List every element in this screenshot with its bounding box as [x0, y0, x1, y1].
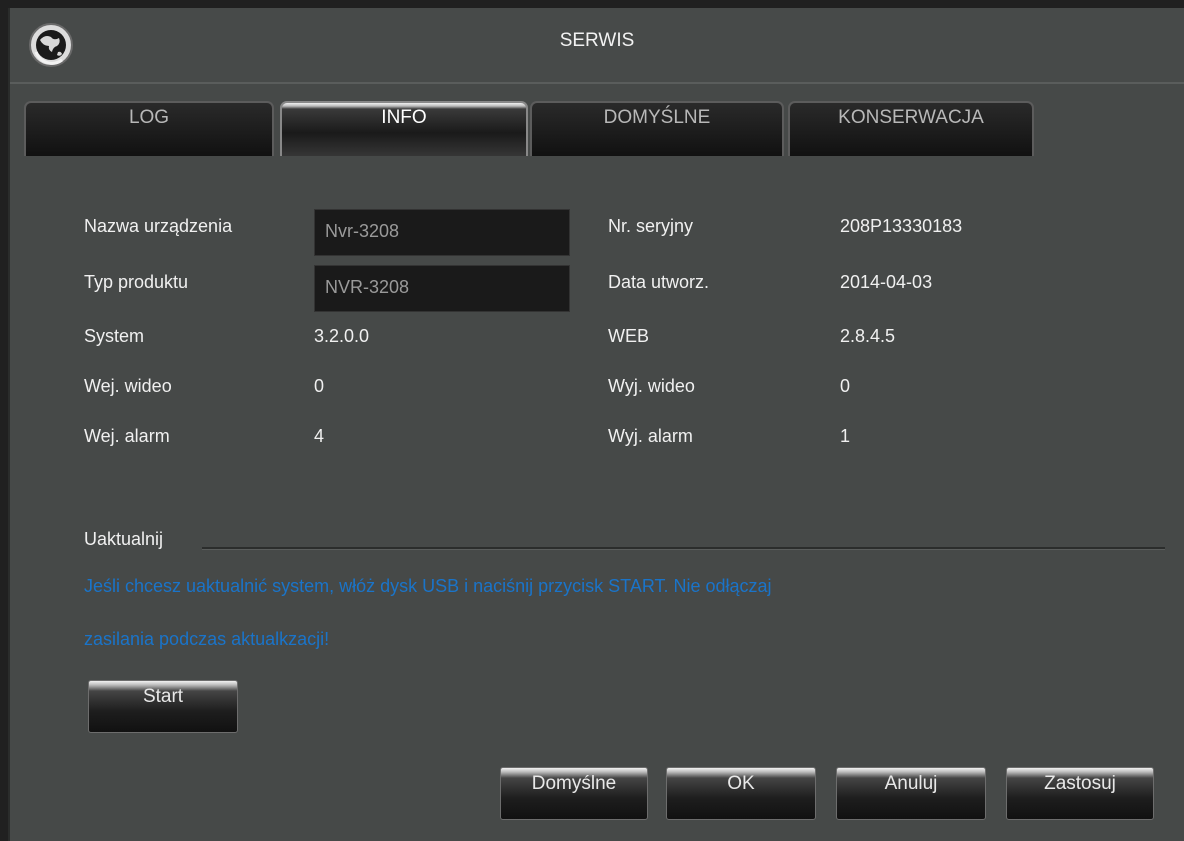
update-message-line2: zasilania podczas aktualkzacji!	[84, 629, 330, 649]
update-heading: Uaktualnij	[84, 529, 164, 549]
serial-label: Nr. seryjny	[608, 216, 694, 236]
video-in-label: Wej. wideo	[84, 376, 172, 396]
apply-button[interactable]: Zastosuj	[1006, 767, 1154, 820]
update-divider	[202, 547, 1165, 550]
alarm-in-value: 4	[314, 426, 325, 446]
default-button[interactable]: Domyślne	[500, 767, 648, 820]
serial-value: 208P13330183	[840, 216, 963, 236]
window-title: SERWIS	[559, 30, 635, 51]
tab-maintenance[interactable]: KONSERWACJA	[788, 101, 1034, 156]
video-out-value: 0	[840, 376, 851, 396]
title-bar: SERWIS	[10, 8, 1184, 84]
tab-info[interactable]: INFO	[280, 101, 528, 156]
web-value: 2.8.4.5	[840, 326, 896, 346]
service-window: SERWIS LOG INFO DOMYŚLNE KONSERWACJA Naz…	[8, 8, 1184, 841]
ok-button[interactable]: OK	[666, 767, 816, 820]
start-button[interactable]: Start	[88, 680, 238, 733]
created-date-value: 2014-04-03	[840, 272, 933, 292]
alarm-out-value: 1	[840, 426, 851, 446]
system-label: System	[84, 326, 145, 346]
video-in-value: 0	[314, 376, 325, 396]
video-out-label: Wyj. wideo	[608, 376, 695, 396]
product-type-field: NVR-3208	[314, 265, 570, 312]
device-name-field[interactable]: Nvr-3208	[314, 209, 570, 256]
created-date-label: Data utworz.	[608, 272, 710, 292]
web-label: WEB	[608, 326, 650, 346]
cancel-button[interactable]: Anuluj	[836, 767, 986, 820]
tab-log[interactable]: LOG	[24, 101, 274, 156]
product-type-label: Typ produktu	[84, 272, 189, 292]
alarm-in-label: Wej. alarm	[84, 426, 170, 446]
alarm-out-label: Wyj. alarm	[608, 426, 693, 446]
update-message-line1: Jeśli chcesz uaktualnić system, włóż dys…	[84, 576, 772, 596]
system-value: 3.2.0.0	[314, 326, 370, 346]
tab-defaults[interactable]: DOMYŚLNE	[530, 101, 784, 156]
device-name-label: Nazwa urządzenia	[84, 216, 233, 236]
